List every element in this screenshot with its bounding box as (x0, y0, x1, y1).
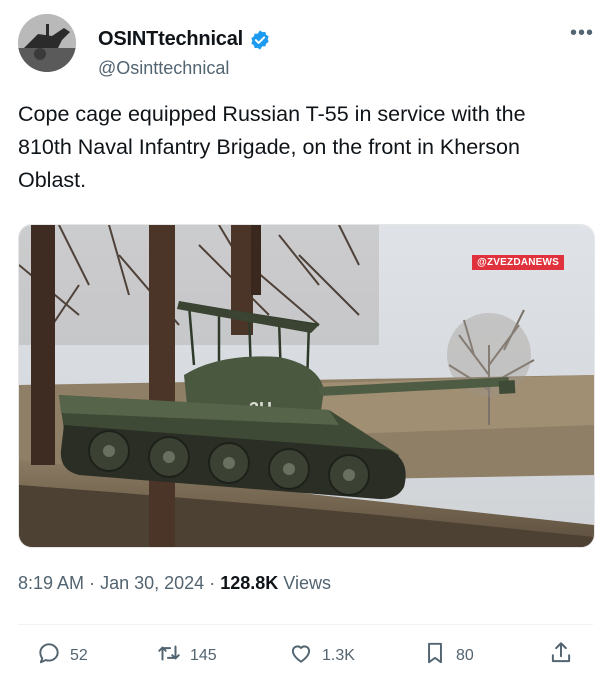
views-label: Views (283, 573, 331, 593)
retweet-count: 145 (190, 646, 217, 664)
reply-button[interactable]: 52 (36, 640, 88, 671)
display-name[interactable]: OSINTtechnical (98, 28, 243, 51)
tweet-text: Cope cage equipped Russian T-55 in servi… (18, 102, 526, 192)
reply-icon (36, 640, 62, 671)
tweet-header: OSINTtechnical @Osinttechnical ••• (18, 14, 598, 79)
tweet-media-image[interactable]: 3Н @ZVEZDANEWS (18, 224, 595, 548)
media-watermark: @ZVEZDANEWS (472, 255, 564, 270)
meta-separator: · (209, 573, 216, 593)
share-icon (548, 640, 574, 671)
tweet-date[interactable]: Jan 30, 2024 (100, 573, 204, 593)
heart-icon (288, 640, 314, 671)
views-count: 128.8K (220, 573, 279, 593)
like-button[interactable]: 1.3K (288, 640, 355, 671)
tweet-meta: 8:19 AM · Jan 30, 2024 · 128.8K Views (18, 573, 331, 594)
tweet-time[interactable]: 8:19 AM (18, 573, 84, 593)
reply-count: 52 (70, 646, 88, 664)
more-horizontal-icon[interactable]: ••• (570, 22, 594, 45)
author-handle[interactable]: @Osinttechnical (98, 58, 229, 79)
retweet-button[interactable]: 145 (156, 640, 217, 671)
name-row: OSINTtechnical (98, 28, 271, 51)
divider (18, 624, 593, 625)
share-button[interactable] (548, 640, 574, 671)
meta-separator: · (89, 573, 96, 593)
bookmark-button[interactable]: 80 (422, 640, 474, 671)
verified-badge-icon (249, 29, 271, 51)
avatar[interactable] (18, 14, 76, 72)
bookmark-count: 80 (456, 646, 474, 664)
like-count: 1.3K (322, 646, 355, 664)
retweet-icon (156, 640, 182, 671)
action-bar: 52 145 1.3K 80 (18, 640, 593, 680)
bookmark-icon (422, 640, 448, 671)
